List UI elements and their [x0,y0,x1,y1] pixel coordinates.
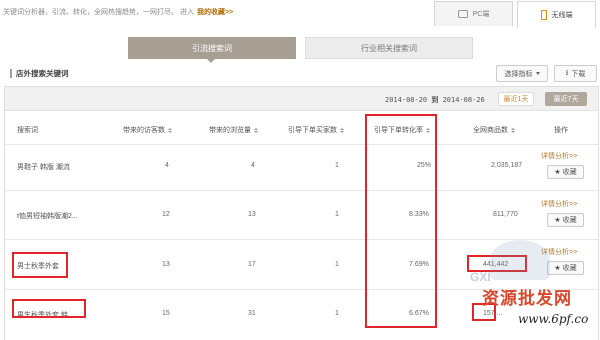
highlight-items-row3 [467,255,527,272]
favorite-button[interactable]: ★ 收藏 [547,261,584,275]
detail-link[interactable]: 详情分析>> [541,247,577,257]
row-buyers: 1 [335,310,339,317]
row-divider [5,289,598,290]
date-end: 2014-08-26 [442,96,485,104]
col-views-label: 带来的浏览量 [209,127,251,134]
row-buyers: 1 [335,211,339,218]
phone-icon [540,10,547,20]
star-icon: ★ [554,169,561,176]
col-visitors-label: 带来的访客数 [123,127,165,134]
col-buyers[interactable]: 引导下单买家数 [288,125,344,135]
tab-traffic-keywords-label: 引流搜索词 [192,43,232,53]
col-actions: 操作 [554,127,568,134]
download-label: 下载 [571,70,586,78]
row-visitors: 4 [165,162,169,169]
select-metrics-label: 选择指标 [504,70,533,78]
row-views: 17 [248,261,256,268]
row-visitors: 15 [162,310,170,317]
top-bar: 关键词分析器，引流、转化，全网热搜趋势，一网打尽。 进入 我的收藏>> PC端 无… [0,0,600,28]
tab-mobile[interactable]: 无线端 [517,1,596,28]
range-7day-button[interactable]: 最近7天 [545,92,587,106]
highlight-items-row4 [472,303,496,321]
row-buyers: 1 [335,261,339,268]
favorite-label: 收藏 [562,169,577,176]
intro-text: 关键词分析器，引流、转化，全网热搜趋势，一网打尽。 进入 我的收藏>> [3,7,233,17]
my-favorites-link[interactable]: 我的收藏>> [197,9,233,16]
row-visitors: 13 [162,261,170,268]
col-items[interactable]: 全网商品数 [473,125,515,135]
sort-icon [254,127,258,133]
download-button[interactable]: ⭳ 下载 [554,65,597,82]
star-icon: ★ [554,217,561,224]
row-keyword[interactable]: 男鞋子 韩版 潮流 [17,162,70,172]
detail-link[interactable]: 详情分析>> [541,151,577,161]
sort-icon [168,127,172,133]
panel-header: 2014-08-20 到 2014-08-26 最近1天 最近7天 [5,87,598,111]
section-title: 店外搜索关键词 [10,69,69,78]
row-keyword[interactable]: t恤男短袖韩版潮2... [17,211,78,221]
intro-label: 关键词分析器，引流、转化，全网热搜趋势，一网打尽。 进入 [3,9,194,16]
detail-link[interactable]: 详情分析>> [541,199,577,209]
date-range: 2014-08-20 到 2014-08-26 [385,95,485,105]
row-divider [5,190,598,191]
tab-industry-keywords-label: 行业相关搜索词 [361,43,417,53]
date-separator: 到 [431,96,439,104]
col-keyword: 搜索词 [17,127,38,134]
select-metrics-dropdown[interactable]: 选择指标 [496,65,548,82]
tab-pc[interactable]: PC端 [434,1,513,26]
row-items: 811,770 [493,211,518,218]
row-views: 4 [251,162,255,169]
tab-pc-label: PC端 [472,11,490,18]
tab-mobile-label: 无线端 [551,12,573,19]
sort-icon [511,127,515,133]
sort-icon [340,127,344,133]
col-views[interactable]: 带来的浏览量 [209,125,258,135]
highlight-conversion-column [365,114,437,328]
date-start: 2014-08-20 [385,96,428,104]
highlight-keyword-row3 [12,252,68,278]
download-icon: ⭳ [565,67,569,77]
row-divider [5,239,598,240]
col-visitors[interactable]: 带来的访客数 [123,125,172,135]
col-buyers-label: 引导下单买家数 [288,127,337,134]
col-items-label: 全网商品数 [473,127,508,134]
favorite-label: 收藏 [562,217,577,224]
favorite-button[interactable]: ★ 收藏 [547,165,584,179]
row-items: 2,035,187 [491,162,523,169]
keyword-table-panel: 2014-08-20 到 2014-08-26 最近1天 最近7天 搜索词 带来… [4,86,599,340]
favorite-label: 收藏 [562,265,577,272]
tab-traffic-keywords[interactable]: 引流搜索词 [128,37,296,59]
row-views: 31 [248,310,256,317]
row-views: 13 [248,211,256,218]
monitor-icon [457,10,468,18]
header-divider [5,144,598,145]
range-1day-button[interactable]: 最近1天 [498,92,534,106]
highlight-keyword-row4 [12,299,86,318]
star-icon: ★ [554,265,561,272]
row-visitors: 12 [162,211,170,218]
row-buyers: 1 [335,162,339,169]
tab-industry-keywords[interactable]: 行业相关搜索词 [305,37,473,59]
active-tab-pointer [206,58,216,63]
chevron-down-icon [535,72,540,75]
favorite-button[interactable]: ★ 收藏 [547,213,584,227]
